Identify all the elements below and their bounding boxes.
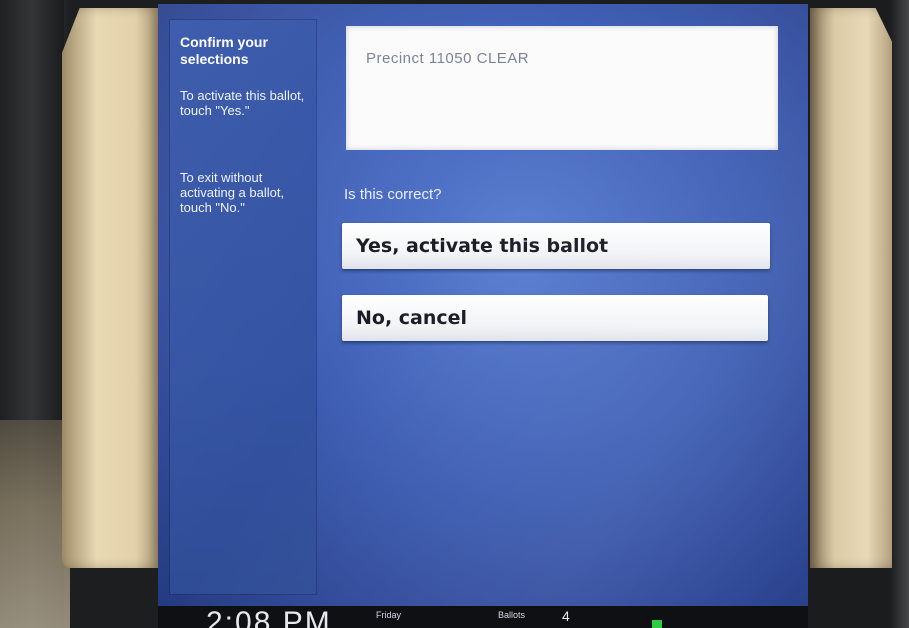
voting-machine-photo: Confirm your selections To activate this…	[0, 0, 909, 628]
confirm-question: Is this correct?	[344, 186, 442, 203]
instruction-exit: To exit without activating a ballot, tou…	[180, 170, 285, 215]
clock: 2:08 PM	[206, 606, 332, 628]
ballots-label: Ballots	[498, 610, 526, 620]
day-label: Friday	[376, 610, 402, 620]
instructions-sidebar: Confirm your selections To activate this…	[170, 20, 316, 594]
precinct-display: Precinct 11050 CLEAR	[346, 26, 778, 150]
sidebar-title: Confirm your selections	[180, 34, 268, 67]
ballots-count: 4	[562, 608, 570, 624]
yes-activate-button[interactable]: Yes, activate this ballot	[342, 223, 770, 269]
right-privacy-panel	[810, 8, 892, 568]
status-indicator-icon	[652, 620, 662, 628]
no-cancel-button[interactable]: No, cancel	[342, 295, 768, 341]
left-privacy-panel	[62, 8, 160, 568]
no-button-label: No, cancel	[356, 307, 468, 329]
background-floor	[0, 420, 70, 628]
right-housing	[890, 0, 909, 628]
instruction-activate: To activate this ballot, touch "Yes."	[180, 88, 305, 118]
yes-button-label: Yes, activate this ballot	[356, 235, 609, 257]
status-bar: 2:08 PM Friday Ballots 4	[158, 606, 808, 628]
precinct-text: Precinct 11050 CLEAR	[366, 50, 530, 67]
ballot-screen: Confirm your selections To activate this…	[158, 4, 808, 616]
